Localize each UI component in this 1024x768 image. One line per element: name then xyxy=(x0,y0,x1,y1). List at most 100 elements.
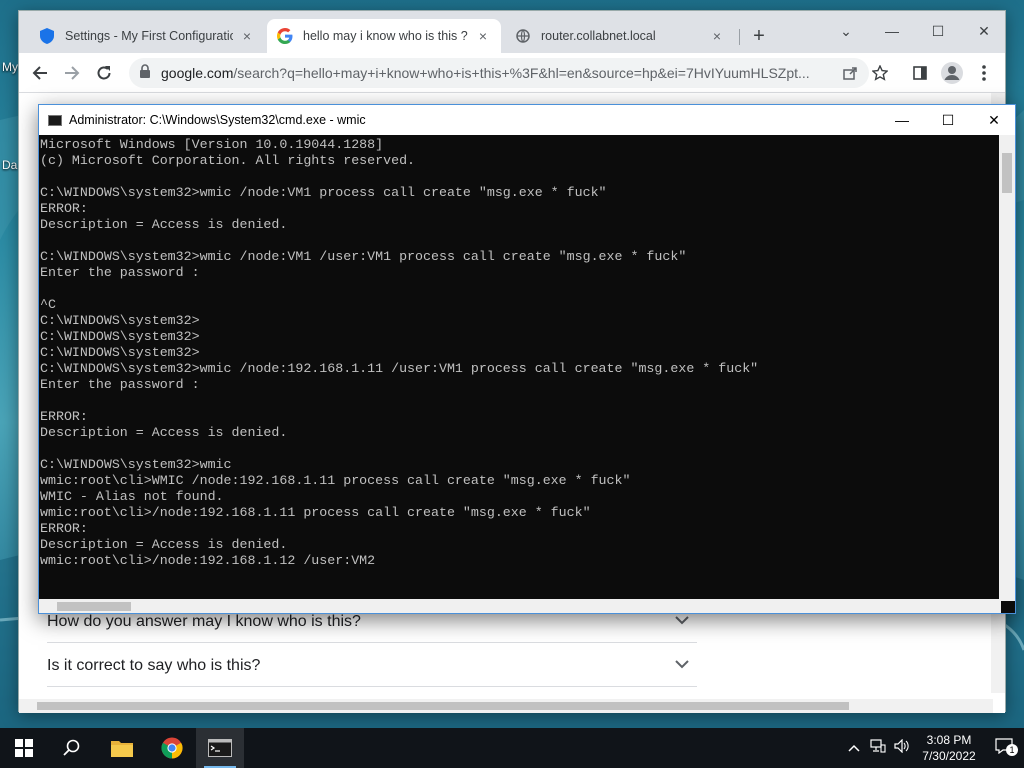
console-line: (c) Microsoft Corporation. All rights re… xyxy=(40,153,416,168)
tab-google-search[interactable]: hello may i know who is this ? - G × xyxy=(267,19,501,53)
tab-router[interactable]: router.collabnet.local × xyxy=(505,19,735,53)
console-line: Enter the password : xyxy=(40,377,200,392)
desktop-icon-label[interactable]: My xyxy=(2,60,18,74)
back-arrow-icon[interactable] xyxy=(27,60,53,86)
console-line: C:\WINDOWS\system32>wmic xyxy=(40,457,232,472)
tab-label: Settings - My First Configuration xyxy=(65,29,233,43)
clock-time: 3:08 PM xyxy=(926,733,972,747)
close-button[interactable]: ✕ xyxy=(961,17,1007,45)
console-line: wmic:root\cli>/node:192.168.1.12 /user:V… xyxy=(40,553,376,568)
maximize-button[interactable]: ☐ xyxy=(915,17,961,45)
speaker-icon[interactable] xyxy=(890,738,914,758)
console-line: ^C xyxy=(40,297,56,312)
close-tab-icon[interactable]: × xyxy=(239,28,255,44)
faq-question: How do you answer may I know who is this… xyxy=(47,612,361,630)
notification-badge: 1 xyxy=(1006,743,1018,756)
maximize-button[interactable]: ☐ xyxy=(925,105,971,135)
chrome-taskbar-button[interactable] xyxy=(148,728,196,768)
console-line: C:\WINDOWS\system32>wmic /node:192.168.1… xyxy=(40,361,759,376)
browser-toolbar: google.com/search?q=hello+may+i+know+who… xyxy=(19,53,1005,93)
file-explorer-button[interactable] xyxy=(98,728,146,768)
shield-icon xyxy=(39,28,55,44)
scroll-thumb[interactable] xyxy=(57,602,131,611)
minimize-button[interactable]: — xyxy=(869,17,915,45)
chevron-up-icon[interactable] xyxy=(842,739,866,757)
search-icon xyxy=(63,739,80,756)
cmd-app-icon xyxy=(48,114,62,126)
console-output[interactable]: Microsoft Windows [Version 10.0.19044.12… xyxy=(39,135,1001,601)
globe-icon xyxy=(515,28,531,44)
address-bar[interactable]: google.com/search?q=hello+may+i+know+who… xyxy=(129,58,869,88)
folder-icon xyxy=(111,741,133,757)
console-line: ERROR: xyxy=(40,521,88,536)
system-tray: 3:08 PM 7/30/2022 1 xyxy=(842,728,1024,768)
tab-separator xyxy=(739,29,740,45)
menu-kebab-icon[interactable] xyxy=(971,60,997,86)
page-horizontal-scrollbar[interactable] xyxy=(19,699,993,713)
tab-label: router.collabnet.local xyxy=(541,29,656,43)
profile-avatar-icon[interactable] xyxy=(939,60,965,86)
console-line: C:\WINDOWS\system32> xyxy=(40,313,200,328)
url-text[interactable]: google.com/search?q=hello+may+i+know+who… xyxy=(161,65,821,81)
cmd-vertical-scrollbar[interactable] xyxy=(999,135,1015,601)
chevron-down-icon xyxy=(675,613,689,631)
tab-label: hello may i know who is this ? - G xyxy=(303,29,469,43)
close-button[interactable]: ✕ xyxy=(971,105,1017,135)
google-icon xyxy=(277,28,293,44)
console-line: C:\WINDOWS\system32> xyxy=(40,345,200,360)
console-line: Microsoft Windows [Version 10.0.19044.12… xyxy=(40,137,384,152)
console-line: WMIC - Alias not found. xyxy=(40,489,224,504)
console-line: Description = Access is denied. xyxy=(40,217,288,232)
search-button[interactable] xyxy=(48,728,96,768)
windows-logo-icon xyxy=(15,739,33,757)
console-line: wmic:root\cli>/node:192.168.1.11 process… xyxy=(40,505,591,520)
notification-center-icon[interactable]: 1 xyxy=(984,737,1024,759)
start-button[interactable] xyxy=(0,728,48,768)
faq-item[interactable]: Is it correct to say who is this? xyxy=(47,645,697,687)
new-tab-button[interactable]: + xyxy=(747,25,771,49)
console-line: C:\WINDOWS\system32>wmic /node:VM1 proce… xyxy=(40,185,607,200)
share-icon[interactable] xyxy=(837,60,863,86)
scroll-thumb[interactable] xyxy=(1002,153,1012,193)
console-line: ERROR: xyxy=(40,409,88,424)
network-icon[interactable] xyxy=(866,738,890,758)
faq-question: Is it correct to say who is this? xyxy=(47,656,261,674)
console-line: Description = Access is denied. xyxy=(40,537,288,552)
desktop-icon-label[interactable]: Da xyxy=(2,158,17,172)
cmd-icon xyxy=(208,739,232,757)
forward-arrow-icon[interactable] xyxy=(59,60,85,86)
cmd-window-title: Administrator: C:\Windows\System32\cmd.e… xyxy=(69,113,366,127)
close-tab-icon[interactable]: × xyxy=(475,28,491,44)
cmd-taskbar-button[interactable] xyxy=(196,728,244,768)
tab-search-icon[interactable]: ⌄ xyxy=(823,17,869,45)
url-path: /search?q=hello+may+i+know+who+is+this+%… xyxy=(233,65,810,81)
chevron-down-icon xyxy=(675,657,689,675)
bookmark-star-icon[interactable] xyxy=(867,60,893,86)
console-line: C:\WINDOWS\system32> xyxy=(40,329,200,344)
cmd-horizontal-scrollbar[interactable] xyxy=(39,599,1001,613)
tab-settings[interactable]: Settings - My First Configuration × xyxy=(29,19,265,53)
cmd-window: Administrator: C:\Windows\System32\cmd.e… xyxy=(38,104,1016,614)
scroll-thumb[interactable] xyxy=(37,702,849,710)
clock-date: 7/30/2022 xyxy=(922,749,976,763)
console-line: ERROR: xyxy=(40,201,88,216)
chrome-icon xyxy=(161,737,183,759)
console-line: C:\WINDOWS\system32>wmic /node:VM1 /user… xyxy=(40,249,687,264)
side-panel-icon[interactable] xyxy=(907,60,933,86)
tab-strip: Settings - My First Configuration × hell… xyxy=(19,11,1005,53)
console-line: Description = Access is denied. xyxy=(40,425,288,440)
clock[interactable]: 3:08 PM 7/30/2022 xyxy=(914,732,984,764)
url-host: google.com xyxy=(161,65,234,81)
minimize-button[interactable]: — xyxy=(879,105,925,135)
console-line: wmic:root\cli>WMIC /node:192.168.1.11 pr… xyxy=(40,473,631,488)
taskbar: 3:08 PM 7/30/2022 1 xyxy=(0,728,1024,768)
cmd-title-bar[interactable]: Administrator: C:\Windows\System32\cmd.e… xyxy=(39,105,1015,135)
reload-icon[interactable] xyxy=(91,60,117,86)
close-tab-icon[interactable]: × xyxy=(709,28,725,44)
lock-icon[interactable] xyxy=(139,63,151,83)
